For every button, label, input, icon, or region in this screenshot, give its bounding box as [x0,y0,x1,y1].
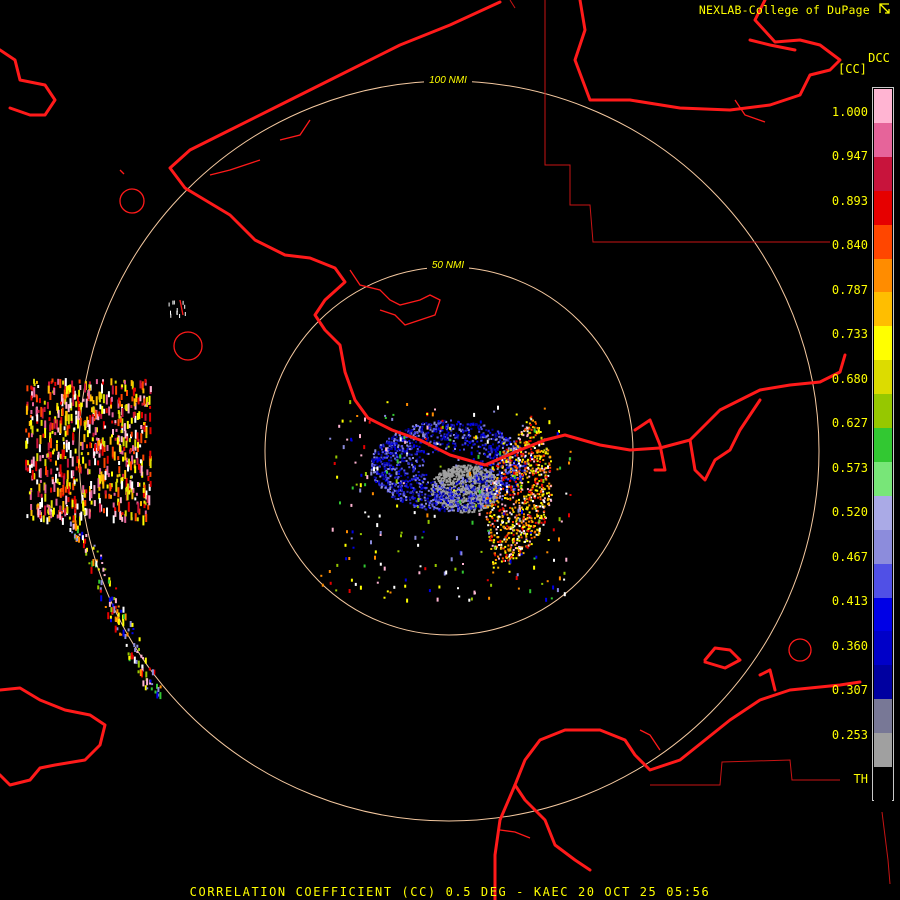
color-scale-tick-label: 0.253 [831,727,868,742]
color-scale-segment [874,529,892,564]
color-scale-segment [874,326,892,361]
color-scale-tick-label: 0.360 [831,638,868,653]
color-scale-segment [874,156,892,191]
color-scale-tick-label: 0.893 [831,193,868,208]
color-scale-tick-label: 0.947 [831,149,868,164]
color-scale-tick-label: 0.573 [831,460,868,475]
credit-text: NEXLAB-College of DuPage [699,3,890,17]
credit-label: NEXLAB-College of DuPage [698,3,870,17]
color-scale-segment [874,665,892,700]
color-scale-segment [874,597,892,632]
ring-label-100: 100 NMI [429,75,467,86]
color-scale-tick-label: 0.840 [831,238,868,253]
color-scale-segment [874,360,892,395]
color-scale-segment [874,428,892,463]
color-scale-segment [874,631,892,666]
color-scale-segment [874,292,892,327]
color-scale-tick-label: 0.520 [831,505,868,520]
color-scale-tick-label: 0.680 [831,371,868,386]
color-scale-tick-label: 0.787 [831,282,868,297]
color-scale-tick-label: 0.627 [831,416,868,431]
ring-label-50: 50 NMI [432,260,464,271]
color-scale-segment [874,733,892,768]
color-scale-segment [874,394,892,429]
color-scale-tick-label: 0.307 [831,683,868,698]
color-scale-segment [874,563,892,598]
color-scale-tick-label: 0.467 [831,549,868,564]
color-scale-tick-label: 0.413 [831,594,868,609]
color-scale-tick-label: 0.733 [831,327,868,342]
color-scale-segment [874,224,892,259]
radar-map[interactable]: 100 NMI 50 NMI [0,0,900,900]
color-scale-tick-label: 1.000 [831,105,868,119]
color-scale-segment [874,699,892,734]
color-scale-tick-label: TH [853,772,868,786]
product-code: DCC [868,51,890,65]
color-scale-segment [874,89,892,123]
color-scale-segment [874,190,892,225]
color-scale-segment [874,122,892,157]
color-scale-segment [874,495,892,530]
units-label: [CC] [838,62,867,76]
color-scale-bar [872,87,894,802]
color-scale-segment [874,258,892,293]
product-title: CORRELATION COEFFICIENT (CC) 0.5 DEG - K… [189,885,711,899]
color-scale-segment [874,461,892,496]
color-scale-segment [874,767,892,802]
cod-logo-icon [879,3,890,14]
